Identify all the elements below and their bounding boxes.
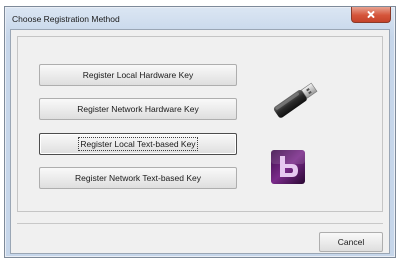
options-panel: Register Local Hardware Key Register Net… xyxy=(17,36,383,212)
register-local-text-key-button[interactable]: Register Local Text-based Key xyxy=(39,133,237,155)
usb-key-icon xyxy=(273,82,318,118)
register-local-hardware-key-label: Register Local Hardware Key xyxy=(82,70,194,80)
title-bar[interactable]: Choose Registration Method xyxy=(5,7,395,29)
cancel-label: Cancel xyxy=(337,237,365,247)
registration-dialog: Choose Registration Method Register Loca… xyxy=(4,6,396,258)
register-local-hardware-key-button[interactable]: Register Local Hardware Key xyxy=(39,64,237,86)
register-local-text-key-label: Register Local Text-based Key xyxy=(78,137,198,151)
window-title: Choose Registration Method xyxy=(12,14,120,24)
dialog-body: Register Local Hardware Key Register Net… xyxy=(10,29,390,254)
register-network-text-key-label: Register Network Text-based Key xyxy=(75,173,201,183)
text-key-b-icon xyxy=(271,150,305,184)
register-network-hardware-key-button[interactable]: Register Network Hardware Key xyxy=(39,98,237,120)
register-network-hardware-key-label: Register Network Hardware Key xyxy=(77,104,199,114)
close-button[interactable] xyxy=(351,7,391,23)
cancel-button[interactable]: Cancel xyxy=(319,232,383,252)
register-network-text-key-button[interactable]: Register Network Text-based Key xyxy=(39,167,237,189)
footer-divider xyxy=(17,223,383,224)
